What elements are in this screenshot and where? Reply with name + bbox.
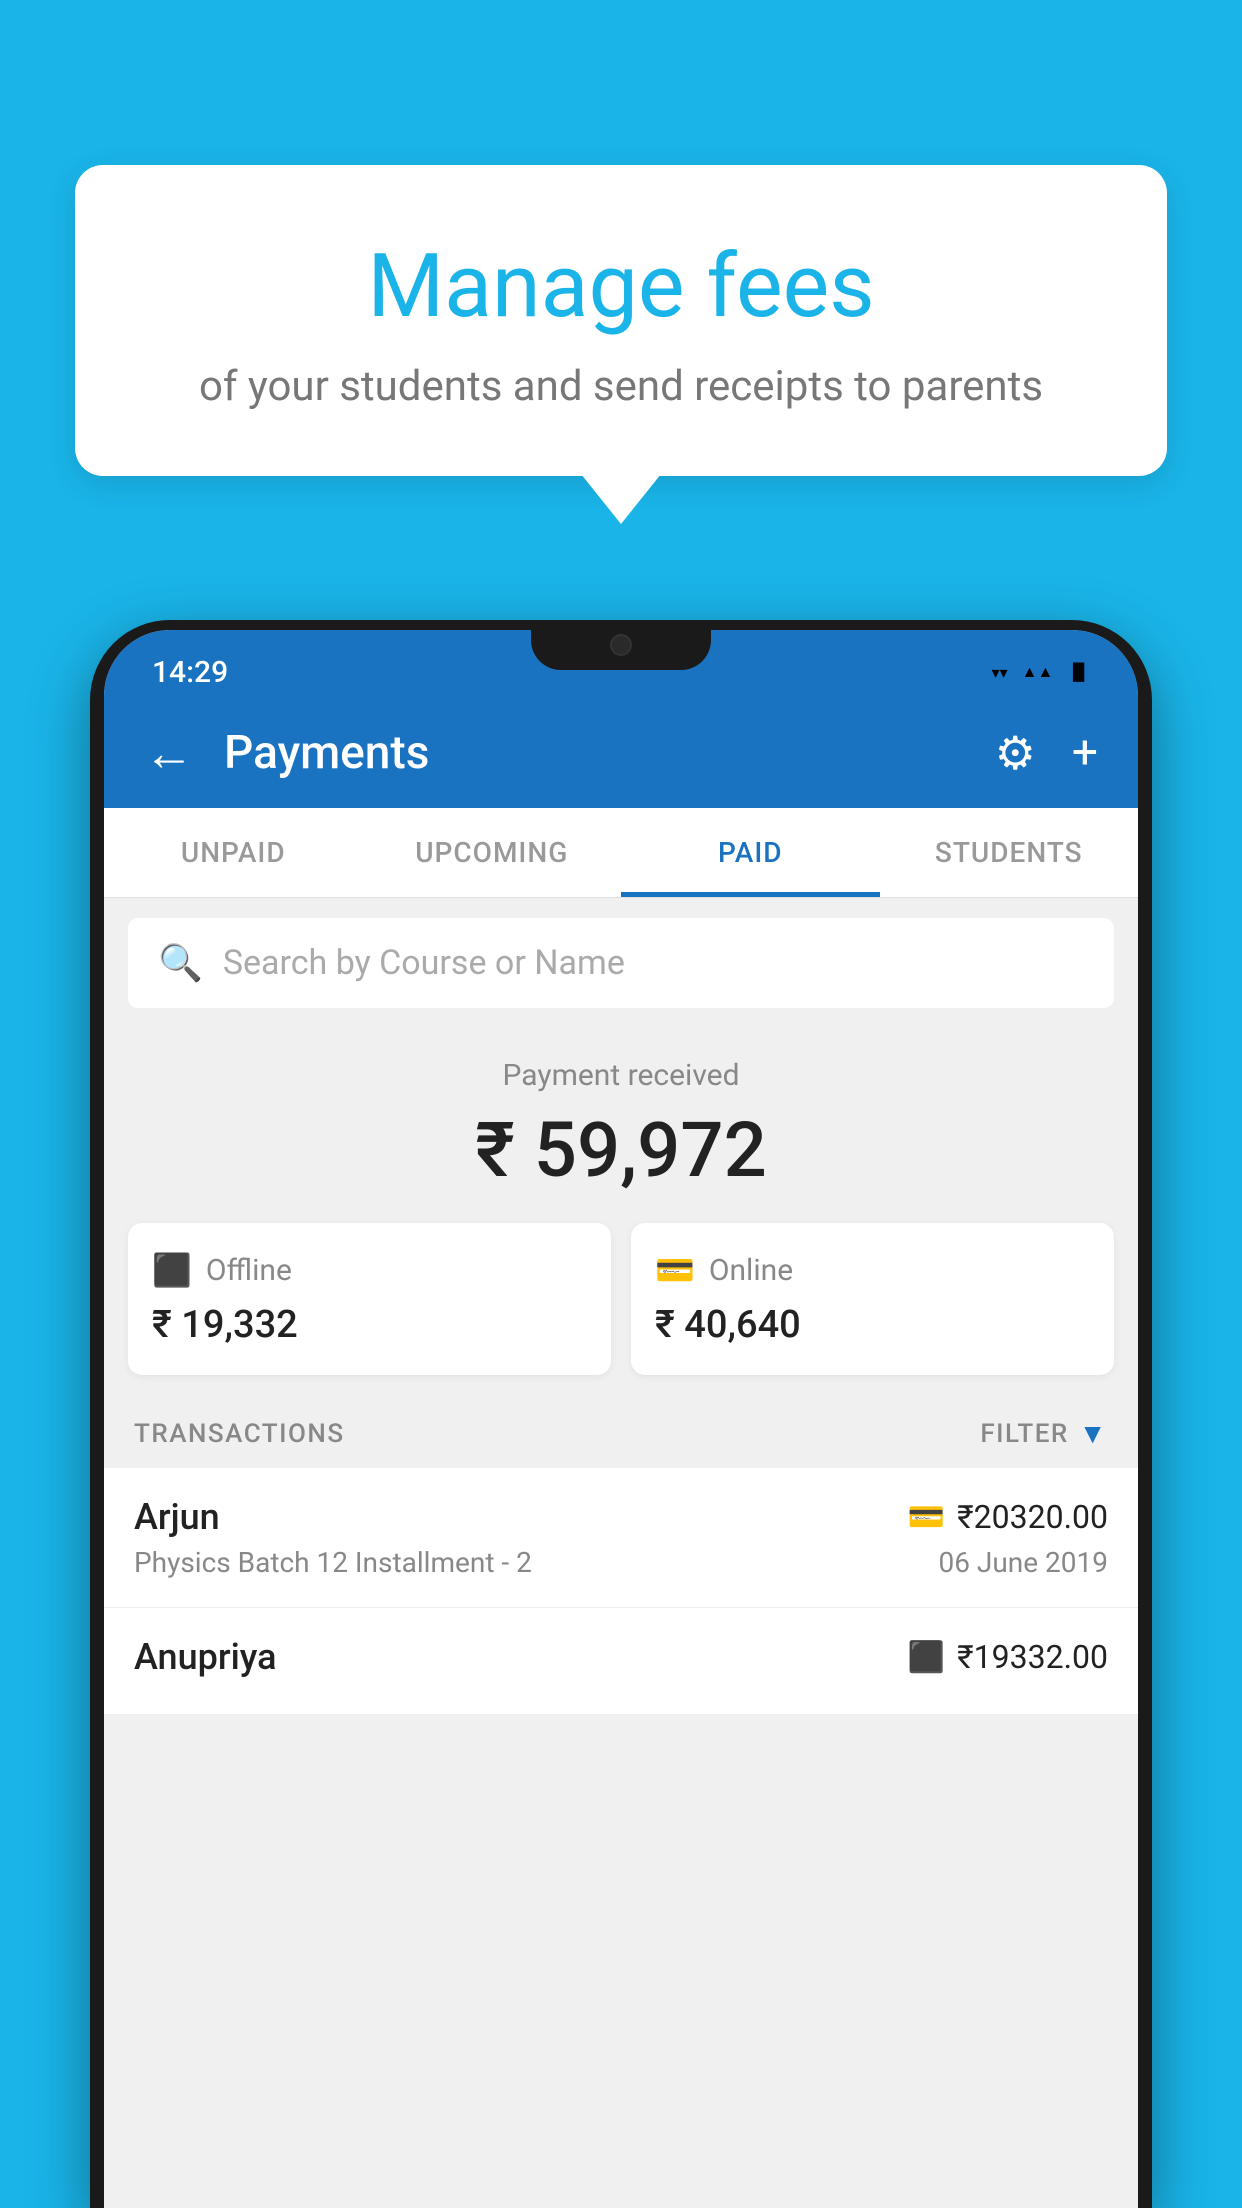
filter-label: FILTER [980, 1419, 1068, 1449]
offline-icon: ⬛ [152, 1251, 192, 1289]
offline-label: Offline [206, 1253, 292, 1288]
payment-summary: Payment received ₹ 59,972 ⬛ Offline ₹ 19… [104, 1028, 1138, 1735]
add-button[interactable]: + [1072, 726, 1098, 780]
phone-notch [531, 620, 711, 670]
transaction-name-2: Anupriya [134, 1636, 277, 1678]
transaction-row-arjun[interactable]: Arjun 💳 ₹20320.00 Physics Batch 12 Insta… [104, 1468, 1138, 1608]
offline-payment-icon: ⬛ [908, 1640, 945, 1675]
app-bar-actions: ⚙ + [995, 726, 1098, 781]
status-time: 14:29 [152, 655, 228, 690]
transaction-amount-1: ₹20320.00 [957, 1498, 1108, 1536]
online-label: Online [709, 1253, 793, 1288]
filter-button[interactable]: FILTER ▼ [980, 1417, 1108, 1450]
signal-icon: ▲▲ [1022, 662, 1054, 682]
back-button[interactable]: ← [144, 724, 194, 783]
battery-icon: ▐▌ [1067, 662, 1090, 682]
app-title: Payments [224, 726, 965, 780]
offline-card-header: ⬛ Offline [152, 1251, 292, 1289]
phone-camera [610, 634, 632, 656]
transaction-course-1: Physics Batch 12 Installment - 2 [134, 1546, 532, 1579]
status-icons: ▾▾ ▲▲ ▐▌ [992, 662, 1090, 682]
tab-upcoming[interactable]: UPCOMING [363, 808, 622, 897]
offline-amount: ₹ 19,332 [152, 1303, 298, 1347]
background: Manage fees of your students and send re… [0, 0, 1242, 2208]
transaction-top-1: Arjun 💳 ₹20320.00 [134, 1496, 1108, 1538]
transaction-amount-2: ₹19332.00 [957, 1638, 1108, 1676]
tab-unpaid[interactable]: UNPAID [104, 808, 363, 897]
tabs-bar: UNPAID UPCOMING PAID STUDENTS [104, 808, 1138, 898]
settings-button[interactable]: ⚙ [995, 726, 1036, 781]
transaction-date-1: 06 June 2019 [938, 1546, 1108, 1579]
online-amount: ₹ 40,640 [655, 1303, 801, 1347]
search-icon: 🔍 [158, 942, 203, 984]
card-icon: 💳 [655, 1251, 695, 1289]
bubble-subtitle: of your students and send receipts to pa… [135, 362, 1107, 411]
back-icon: ← [144, 724, 194, 783]
filter-icon: ▼ [1079, 1417, 1108, 1450]
payment-received-label: Payment received [104, 1058, 1138, 1093]
phone-screen: 14:29 ▾▾ ▲▲ ▐▌ ← Payments ⚙ + [104, 630, 1138, 2208]
tab-paid[interactable]: PAID [621, 808, 880, 897]
screen-content: 🔍 Search by Course or Name Payment recei… [104, 898, 1138, 2198]
tab-students[interactable]: STUDENTS [880, 808, 1139, 897]
app-bar: ← Payments ⚙ + [104, 698, 1138, 808]
online-card-header: 💳 Online [655, 1251, 793, 1289]
transaction-amount-wrap-1: 💳 ₹20320.00 [908, 1498, 1108, 1536]
transactions-label: TRANSACTIONS [134, 1419, 345, 1449]
online-payment-card: 💳 Online ₹ 40,640 [631, 1223, 1114, 1375]
search-placeholder: Search by Course or Name [223, 943, 625, 983]
transactions-header: TRANSACTIONS FILTER ▼ [104, 1399, 1138, 1468]
payment-total-amount: ₹ 59,972 [104, 1105, 1138, 1195]
bubble-title: Manage fees [135, 235, 1107, 338]
payment-cards: ⬛ Offline ₹ 19,332 💳 Online ₹ 40,640 [104, 1223, 1138, 1375]
transaction-top-2: Anupriya ⬛ ₹19332.00 [134, 1636, 1108, 1678]
transaction-name-1: Arjun [134, 1496, 220, 1538]
speech-bubble: Manage fees of your students and send re… [75, 165, 1167, 476]
transaction-amount-wrap-2: ⬛ ₹19332.00 [908, 1638, 1108, 1676]
offline-payment-card: ⬛ Offline ₹ 19,332 [128, 1223, 611, 1375]
search-bar[interactable]: 🔍 Search by Course or Name [128, 918, 1114, 1008]
phone-mockup: 14:29 ▾▾ ▲▲ ▐▌ ← Payments ⚙ + [90, 620, 1152, 2208]
wifi-icon: ▾▾ [992, 663, 1008, 682]
transaction-row-anupriya[interactable]: Anupriya ⬛ ₹19332.00 [104, 1608, 1138, 1715]
card-payment-icon: 💳 [908, 1500, 945, 1535]
transaction-bottom-1: Physics Batch 12 Installment - 2 06 June… [134, 1546, 1108, 1579]
